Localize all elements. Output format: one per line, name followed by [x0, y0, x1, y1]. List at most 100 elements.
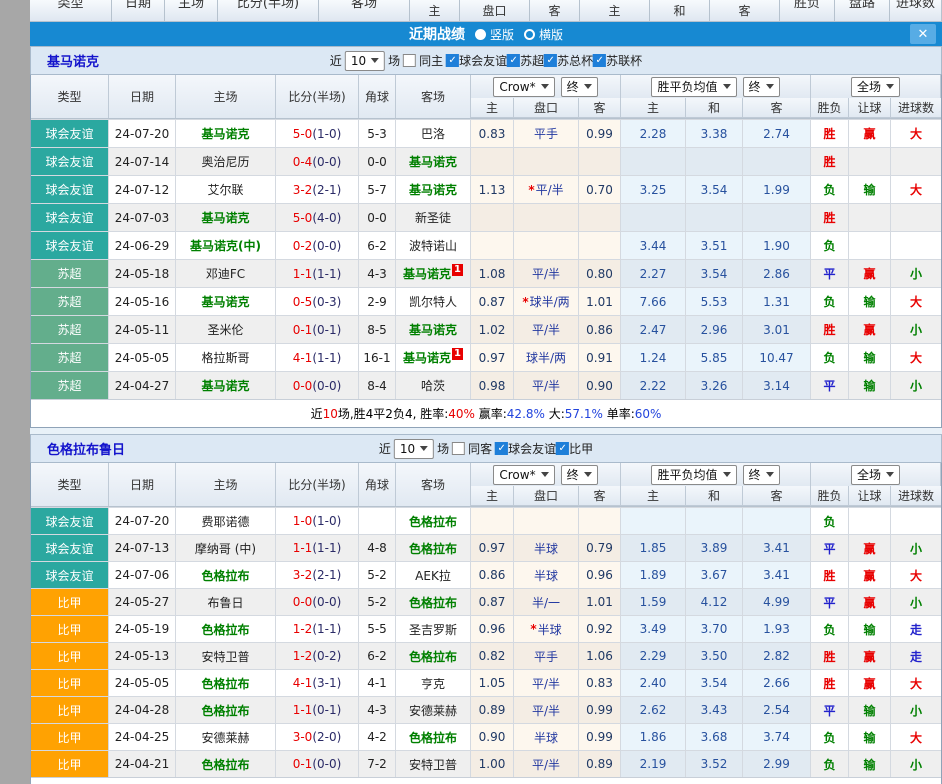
cell-goals-result: 大	[891, 175, 941, 203]
cell-euro-draw-odds: 3.50	[686, 642, 743, 669]
cell-asia-handicap: 平/半	[514, 750, 579, 777]
cell-euro-draw-odds: 3.52	[686, 750, 743, 777]
rank-badge: 1	[452, 264, 463, 276]
match-count-select[interactable]: 10	[394, 439, 434, 459]
cell-euro-home-odds: 2.19	[621, 750, 686, 777]
cell-home-team: 安特卫普	[176, 642, 276, 669]
layout-radio-vertical[interactable]: 竖版	[475, 26, 514, 43]
cell-euro-home-odds: 7.66	[621, 287, 686, 315]
cell-date: 24-04-28	[109, 696, 176, 723]
table-row: 苏超24-05-16基马诺克0-5(0-3)2-9凯尔特人0.87*球半/两1.…	[31, 287, 941, 315]
cell-date: 24-07-14	[109, 147, 176, 175]
cell-home-team: 基马诺克	[176, 371, 276, 399]
cell-type: 球会友谊	[31, 147, 109, 175]
cell-home-team: 布鲁日	[176, 588, 276, 615]
league-item: ✓苏总杯	[544, 52, 593, 69]
cell-corner: 5-5	[359, 615, 396, 642]
cell-euro-away-odds: 2.54	[743, 696, 811, 723]
league-checkbox[interactable]: ✓	[495, 442, 508, 455]
chevron-down-icon	[420, 446, 428, 451]
cell-euro-home-odds: 2.47	[621, 315, 686, 343]
cell-euro-home-odds	[621, 147, 686, 175]
cell-result: 胜	[811, 119, 849, 147]
league-label: 苏总杯	[557, 52, 593, 69]
cell-euro-draw-odds: 3.51	[686, 231, 743, 259]
cell-corner: 0-0	[359, 203, 396, 231]
cell-handicap-result	[849, 231, 891, 259]
col-handicap-result: 让球	[849, 98, 891, 118]
scope-select[interactable]: 全场	[851, 465, 900, 485]
match-count-select[interactable]: 10	[345, 51, 385, 71]
final-odds-select[interactable]: 终	[561, 77, 598, 97]
cell-home-team: 奥治尼历	[176, 147, 276, 175]
cell-asia-away-odds: 0.80	[579, 259, 621, 287]
cell-asia-away-odds: 1.01	[579, 287, 621, 315]
table-row: 比甲24-05-13安特卫普1-2(0-2)6-2色格拉布0.82平手1.062…	[31, 642, 941, 669]
layout-radio-horizontal[interactable]: 横版	[524, 26, 563, 43]
cell-away-team: 色格拉布	[396, 507, 471, 534]
cell-type: 球会友谊	[31, 561, 109, 588]
cell-asia-home-odds: 1.05	[471, 669, 514, 696]
background-header-cell: 盘口	[460, 0, 530, 22]
league-type-badge: 比甲	[31, 697, 108, 723]
team-name: 基马诺克	[47, 51, 99, 70]
europe-avg-select[interactable]: 胜平负均值	[651, 77, 736, 97]
cell-handicap-result: 赢	[849, 642, 891, 669]
cell-home-team: 邓迪FC	[176, 259, 276, 287]
cell-home-team: 格拉斯哥	[176, 343, 276, 371]
cell-result: 负	[811, 231, 849, 259]
star-marker: *	[522, 295, 528, 309]
cell-score: 0-2(0-0)	[276, 231, 359, 259]
league-checkbox[interactable]: ✓	[446, 54, 459, 67]
cell-handicap-result	[849, 147, 891, 175]
cell-corner: 4-2	[359, 723, 396, 750]
league-checkbox[interactable]: ✓	[556, 442, 569, 455]
col-euro-home: 主	[621, 486, 686, 506]
filter-bar: 近 10 场 ✓ 同客 ✓球会友谊✓比甲	[379, 439, 593, 459]
radio-label: 竖版	[490, 26, 514, 43]
cell-corner: 6-2	[359, 642, 396, 669]
cell-asia-handicap: *平/半	[514, 175, 579, 203]
cell-type: 苏超	[31, 343, 109, 371]
same-venue-checkbox[interactable]: ✓	[403, 54, 416, 67]
cell-away-team: 新圣徒	[396, 203, 471, 231]
final-odds-select[interactable]: 终	[743, 77, 780, 97]
col-away: 客场	[396, 463, 471, 506]
cell-asia-away-odds: 0.79	[579, 534, 621, 561]
league-type-badge: 苏超	[31, 288, 108, 315]
cell-handicap-result: 赢	[849, 588, 891, 615]
table-row: 球会友谊24-07-03基马诺克5-0(4-0)0-0新圣徒胜	[31, 203, 941, 231]
cell-euro-away-odds: 10.47	[743, 343, 811, 371]
league-checkbox[interactable]: ✓	[544, 54, 557, 67]
same-venue-checkbox[interactable]: ✓	[452, 442, 465, 455]
col-score: 比分(半场)	[276, 463, 359, 506]
cell-date: 24-05-11	[109, 315, 176, 343]
cell-asia-home-odds	[471, 507, 514, 534]
europe-avg-select[interactable]: 胜平负均值	[651, 465, 736, 485]
bookmaker-select[interactable]: Crow*	[493, 77, 554, 97]
close-icon[interactable]: ✕	[910, 24, 936, 44]
asia-odds-group: Crow* 终	[471, 463, 621, 486]
league-checkbox[interactable]: ✓	[507, 54, 520, 67]
cell-asia-away-odds: 0.96	[579, 561, 621, 588]
cell-euro-away-odds	[743, 203, 811, 231]
cell-date: 24-04-27	[109, 371, 176, 399]
cell-euro-home-odds	[621, 507, 686, 534]
cell-euro-home-odds: 1.24	[621, 343, 686, 371]
cell-date: 24-05-16	[109, 287, 176, 315]
cell-handicap-result: 赢	[849, 259, 891, 287]
cell-away-team: 色格拉布	[396, 723, 471, 750]
background-header-cell: 和	[650, 0, 710, 22]
stats-summary: 近10场,胜4平2负4, 胜率:40% 赢率:42.8% 大:57.1% 单率:…	[31, 399, 941, 427]
background-header-cell: 胜负	[780, 0, 835, 22]
cell-corner: 16-1	[359, 343, 396, 371]
final-odds-select[interactable]: 终	[561, 465, 598, 485]
cell-handicap-result: 赢	[849, 534, 891, 561]
final-odds-select[interactable]: 终	[743, 465, 780, 485]
league-checkbox[interactable]: ✓	[593, 54, 606, 67]
scope-select[interactable]: 全场	[851, 77, 900, 97]
cell-asia-home-odds: 0.87	[471, 588, 514, 615]
col-asia-home: 主	[471, 486, 514, 506]
bookmaker-select[interactable]: Crow*	[493, 465, 554, 485]
league-label: 比甲	[569, 440, 593, 457]
